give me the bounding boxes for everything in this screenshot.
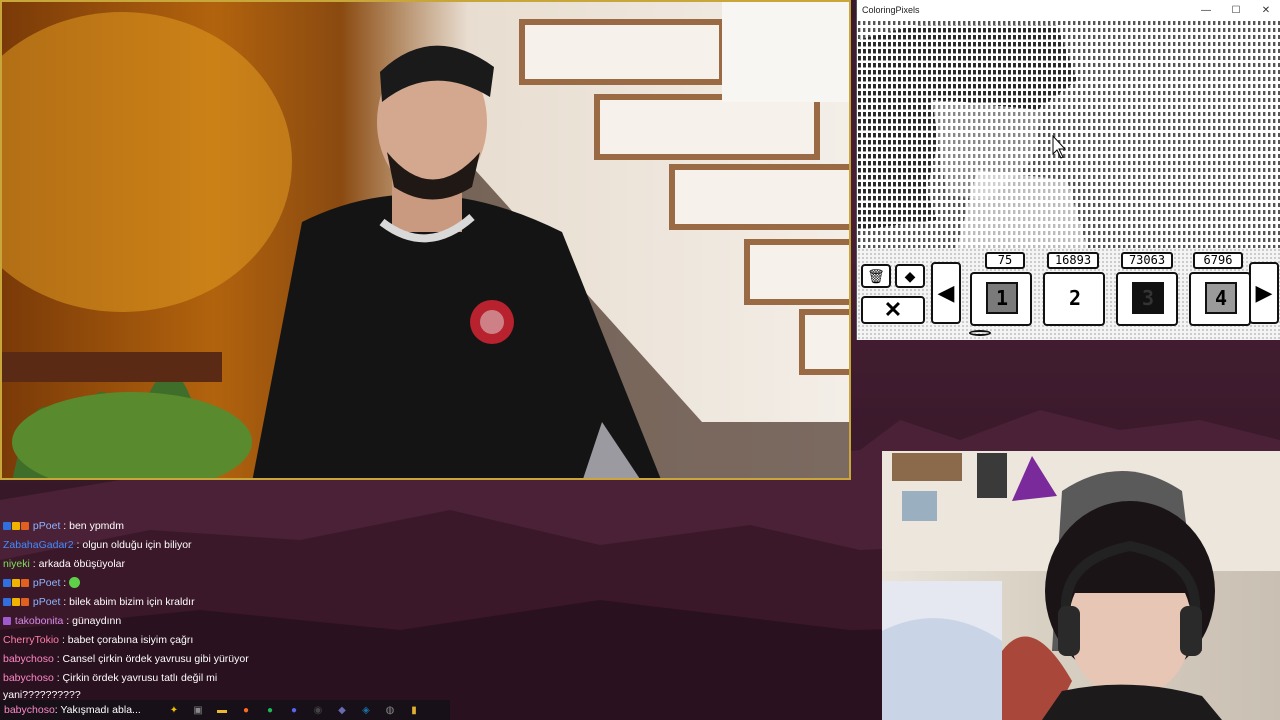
steam-icon[interactable]: ◈	[359, 703, 373, 717]
coloring-pixels-window[interactable]: ColoringPixels — ☐ ✕ 🗑 ◆ ✕ ◀ 75 1 16893 …	[856, 0, 1280, 340]
chat-username: pPoet	[32, 577, 61, 589]
badge-icon	[3, 522, 11, 530]
color-4-count: 6796	[1193, 252, 1243, 269]
stream-video	[0, 0, 851, 480]
badge-icon	[12, 598, 20, 606]
chat-line: babychoso : Cansel çirkin ördek yavrusu …	[3, 650, 563, 669]
chat-message: : bilek abim bizim için kraldır	[60, 596, 195, 608]
chat-line: CherryTokio : babet çorabına isiyim çağr…	[3, 631, 563, 650]
badge-icon	[21, 522, 29, 530]
badge-icon	[3, 617, 11, 625]
chat-username: babychoso	[3, 672, 54, 684]
chat-username: CherryTokio	[3, 634, 60, 646]
badge-icon	[3, 579, 11, 587]
chat-message: : arkada öbüşüyolar	[29, 558, 126, 570]
webcam-feed	[882, 451, 1280, 720]
color-3-swatch: 3	[1132, 282, 1164, 314]
close-palette-button[interactable]: ✕	[861, 296, 925, 324]
pixel-canvas[interactable]	[857, 20, 1280, 248]
badge-icon	[12, 522, 20, 530]
taskbar: babychoso: Yakışmadı abla... ✦ ▣ ▬ ● ● ● ◉ ◆ ◈ ◍ ▮	[0, 700, 450, 720]
minimize-button[interactable]: —	[1191, 5, 1221, 16]
chat-line: takobonita : günaydınn	[3, 612, 563, 631]
chat-message: : Çirkin ördek yavrusu tatlı değil mi	[53, 672, 218, 684]
emote-icon	[69, 577, 81, 588]
spotify-icon[interactable]: ●	[263, 703, 277, 717]
chat-line: pPoet : bilek abim bizim için kraldır	[3, 593, 563, 612]
color-3-button[interactable]: 3	[1116, 272, 1178, 326]
obs-icon[interactable]: ◉	[311, 703, 325, 717]
app-icon[interactable]: ▮	[407, 703, 421, 717]
globe-icon[interactable]: ◍	[383, 703, 397, 717]
task-view-icon[interactable]: ▣	[191, 703, 205, 717]
chat-message: :	[60, 577, 70, 589]
chat-username: pPoet	[32, 520, 61, 532]
chat-username: takobonita	[14, 615, 64, 627]
chat-message: : ben ypmdm	[60, 520, 124, 532]
chat-message: : günaydınn	[63, 615, 122, 627]
shield-icon[interactable]: ◆	[335, 703, 349, 717]
taskbar-chat-line: babychoso: Yakışmadı abla...	[0, 704, 162, 716]
chat-line: ZabahaGadar2 : olgun olduğu için biliyor	[3, 536, 563, 555]
badge-icon	[3, 598, 11, 606]
chat-username: ZabahaGadar2	[3, 539, 74, 551]
chat-message: : Yakışmadı abla...	[54, 704, 141, 716]
color-1-count: 75	[985, 252, 1025, 269]
trash-icon[interactable]: 🗑	[861, 264, 891, 288]
eraser-icon[interactable]: ◆	[895, 264, 925, 288]
chat-username: niyeki	[3, 558, 30, 570]
chat-username: babychoso	[3, 653, 54, 665]
chat-line: pPoet :	[3, 574, 563, 593]
chat-username: pPoet	[32, 596, 61, 608]
palette-toolbar: 🗑 ◆ ✕ ◀ 75 1 16893 2 73063 3 6796 4 ▶	[857, 248, 1280, 340]
chat-line: pPoet : ben ypmdm	[3, 517, 563, 536]
color-4-swatch: 4	[1205, 282, 1237, 314]
color-3-count: 73063	[1121, 252, 1173, 269]
firefox-icon[interactable]: ●	[239, 703, 253, 717]
color-2-count: 16893	[1047, 252, 1099, 269]
chat-line: niyeki : arkada öbüşüyolar	[3, 555, 563, 574]
color-1-swatch: 1	[986, 282, 1018, 314]
maximize-button[interactable]: ☐	[1221, 5, 1251, 16]
color-4-button[interactable]: 4	[1189, 272, 1251, 326]
file-explorer-icon[interactable]: ▬	[215, 703, 229, 717]
titlebar: ColoringPixels — ☐ ✕	[857, 0, 1280, 20]
arrow-right-icon: ▶	[1255, 280, 1273, 305]
color-2-swatch: 2	[1059, 282, 1091, 314]
chat-message: : olgun olduğu için biliyor	[73, 539, 192, 551]
chat-message: : babet çorabına isiyim çağrı	[59, 634, 194, 646]
chat-username: babychoso	[4, 704, 55, 716]
badge-icon	[21, 598, 29, 606]
chat-overlay: pPoet : ben ypmdm ZabahaGadar2 : olgun ol…	[3, 517, 563, 702]
prev-palette-button[interactable]: ◀	[931, 262, 961, 324]
close-window-button[interactable]: ✕	[1251, 5, 1280, 16]
color-1-button[interactable]: 1	[970, 272, 1032, 326]
badge-icon	[12, 579, 20, 587]
arrow-left-icon: ◀	[937, 280, 955, 305]
discord-icon[interactable]: ●	[287, 703, 301, 717]
selection-indicator	[969, 330, 991, 336]
next-palette-button[interactable]: ▶	[1249, 262, 1279, 324]
chat-message: : Cansel çirkin ördek yavrusu gibi yürüy…	[53, 653, 249, 665]
chat-line: babychoso : Çirkin ördek yavrusu tatlı d…	[3, 669, 563, 688]
sparkle-icon[interactable]: ✦	[167, 703, 181, 717]
color-2-button[interactable]: 2	[1043, 272, 1105, 326]
window-title: ColoringPixels	[862, 5, 920, 15]
badge-icon	[21, 579, 29, 587]
